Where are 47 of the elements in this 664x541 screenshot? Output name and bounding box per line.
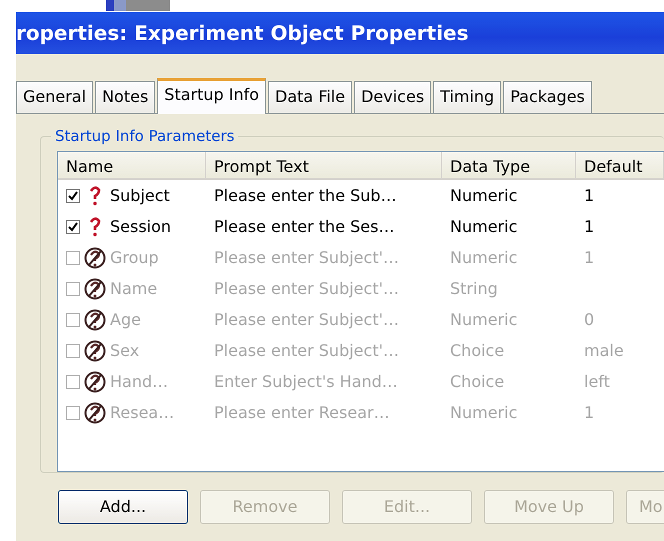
- tab[interactable]: General: [16, 81, 94, 113]
- table-cell: Please enter Subject'…: [214, 248, 399, 266]
- table-cell: Please enter the Sub…: [214, 186, 397, 204]
- table-cell: Please enter Resear…: [214, 402, 390, 422]
- background-window-edge: [106, 0, 170, 11]
- table-cell-text: Session: [110, 216, 172, 238]
- table-cell: Numeric: [450, 216, 518, 236]
- table-cell: 1: [584, 186, 594, 204]
- table-cell: Numeric: [450, 186, 518, 204]
- table-cell: Choice: [450, 340, 504, 360]
- table-cell: String: [450, 278, 498, 298]
- table-cell-text: Resea…: [110, 402, 174, 424]
- table-cell: Numeric: [450, 310, 518, 328]
- column-header[interactable]: Data Type: [442, 152, 576, 178]
- table-cell-text: Name: [110, 278, 158, 300]
- table-cell: Please enter Subject'…: [214, 340, 399, 360]
- column-header[interactable]: Prompt Text: [206, 152, 442, 178]
- tab[interactable]: Startup Info: [157, 78, 266, 114]
- dialog-button[interactable]: Add...: [58, 490, 188, 524]
- column-header[interactable]: Default: [576, 152, 664, 178]
- tab[interactable]: Devices: [354, 81, 432, 113]
- table-cell: Enter Subject's Hand…: [214, 372, 398, 390]
- table-cell: Numeric: [450, 402, 518, 422]
- table-cell-text: Subject: [110, 184, 170, 206]
- tab[interactable]: Timing: [433, 81, 502, 113]
- table-cell-text: Sex: [110, 340, 140, 362]
- table-cell: Please enter Subject'…: [214, 278, 399, 298]
- table-cell: 1: [584, 248, 594, 266]
- column-header[interactable]: Name: [58, 152, 206, 178]
- table-cell: 1: [584, 216, 594, 236]
- table-cell: male: [584, 340, 624, 360]
- table-cell-text: Hand…: [110, 370, 168, 392]
- table-cell: Please enter Subject'…: [214, 310, 399, 328]
- window-title: roperties: Experiment Object Properties: [16, 20, 469, 47]
- table-cell-text: Group: [110, 246, 159, 268]
- table-cell: Please enter the Ses…: [214, 216, 394, 236]
- table-cell: 1: [584, 402, 594, 422]
- table-cell-text: Age: [110, 308, 141, 330]
- checkbox[interactable]: [66, 188, 80, 202]
- tab[interactable]: Packages: [503, 81, 592, 113]
- checkbox[interactable]: [66, 220, 80, 234]
- tab[interactable]: Notes: [95, 81, 156, 113]
- table-cell: Choice: [450, 372, 504, 390]
- table-cell: 0: [584, 310, 594, 328]
- table-cell: Numeric: [450, 248, 518, 266]
- tab[interactable]: Data File: [268, 81, 352, 113]
- table-cell: left: [584, 372, 610, 390]
